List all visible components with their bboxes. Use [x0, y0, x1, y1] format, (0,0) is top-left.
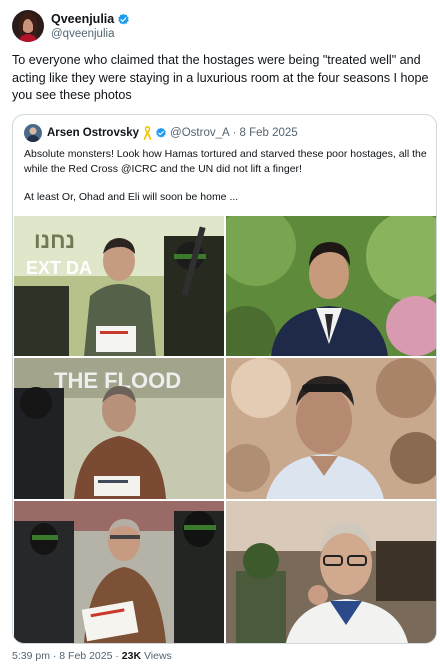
photo-grid: נחנו EXT DA THE FLOOD	[14, 216, 436, 643]
views-label: Views	[143, 650, 172, 662]
author-avatar[interactable]	[12, 10, 44, 42]
dot-separator: ·	[115, 650, 119, 662]
quoted-tweet[interactable]: Arsen Ostrovsky @Ostrov_A · 8 Feb 2025 A…	[12, 114, 437, 644]
quoted-author-avatar[interactable]	[24, 124, 42, 142]
tweet-meta: 5:39 pm · 8 Feb 2025 · 23K Views	[12, 650, 172, 662]
verified-badge-icon	[118, 13, 129, 25]
tweet-text: To everyone who claimed that the hostage…	[12, 53, 429, 102]
author-handle[interactable]: @qveenjulia	[51, 27, 130, 41]
views-count: 23K	[121, 650, 142, 662]
tweet-date[interactable]: 8 Feb 2025	[59, 650, 112, 662]
photo-portrait-1[interactable]	[226, 216, 436, 356]
photo-portrait-2[interactable]	[226, 358, 436, 499]
author-name[interactable]: Qveenjulia	[51, 12, 114, 27]
banner-text: נחנו	[34, 228, 75, 253]
quoted-author-name[interactable]: Arsen Ostrovsky	[47, 127, 139, 139]
tweet-time[interactable]: 5:39 pm	[12, 650, 50, 662]
tweet-header: Qveenjulia @qveenjulia	[12, 8, 432, 44]
dot-separator: ·	[52, 650, 57, 662]
dot-separator: ·	[232, 127, 237, 139]
photo-portrait-3[interactable]	[226, 501, 436, 643]
quoted-author-handle[interactable]: @Ostrov_A	[170, 127, 230, 139]
quoted-paragraph: Absolute monsters! Look how Hamas tortur…	[24, 148, 427, 175]
quoted-date[interactable]: 8 Feb 2025	[240, 127, 298, 139]
quoted-paragraph: At least Or, Ohad and Eli will soon be h…	[24, 191, 239, 203]
photo-hostage-release-1[interactable]: נחנו EXT DA	[14, 216, 224, 356]
yellow-ribbon-icon	[143, 126, 152, 140]
quoted-tweet-header: Arsen Ostrovsky @Ostrov_A · 8 Feb 2025	[24, 124, 298, 142]
quoted-tweet-text: Absolute monsters! Look how Hamas tortur…	[24, 147, 429, 205]
banner-text: EXT DA	[26, 258, 92, 278]
photo-hostage-release-3[interactable]	[14, 501, 224, 643]
photo-hostage-release-2[interactable]: THE FLOOD	[14, 358, 224, 499]
verified-badge-icon	[156, 127, 166, 138]
